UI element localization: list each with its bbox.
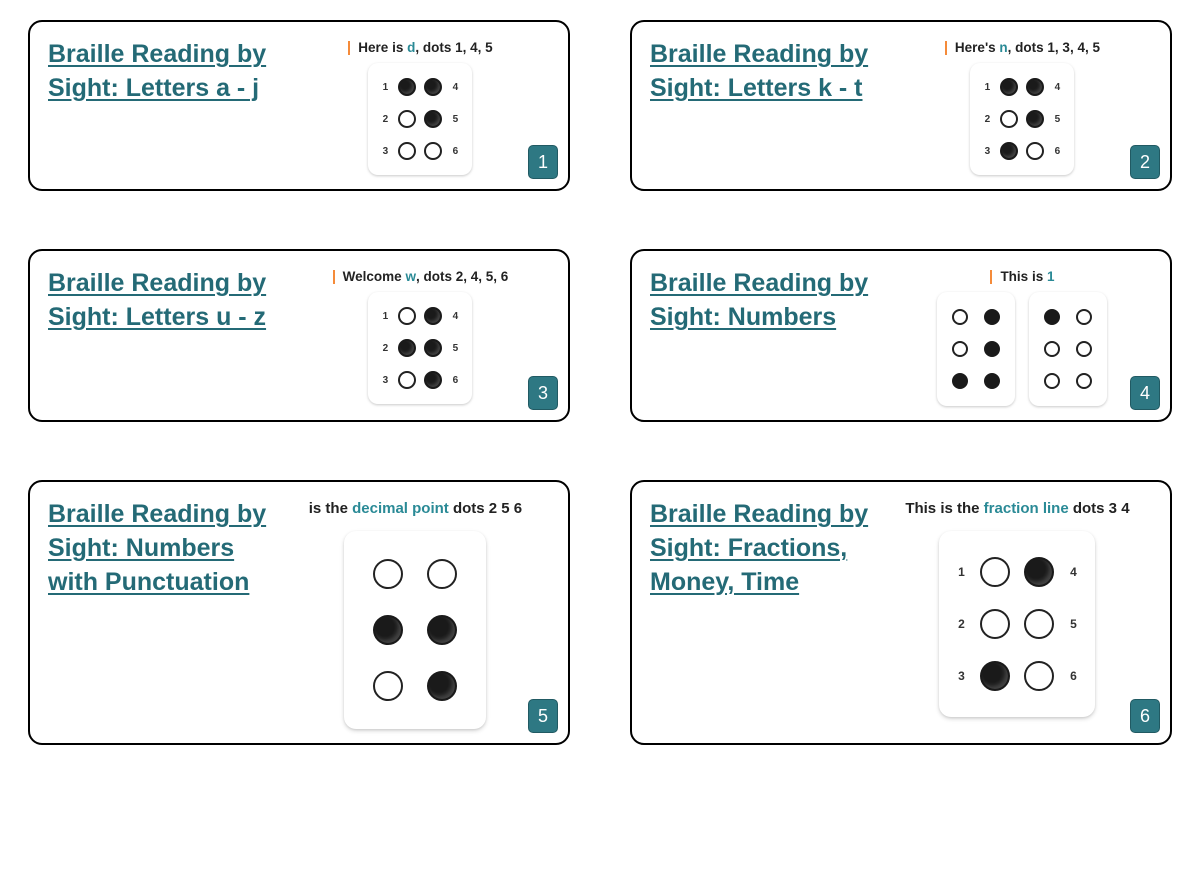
braille-dot-4 [1024,557,1054,587]
braille-dot-6 [424,371,442,389]
braille-dot-1 [952,309,968,325]
caption-text: Here is d, dots 1, 4, 5 [358,40,492,55]
braille-dot-2 [952,341,968,357]
braille-cell-pair [937,292,1107,406]
braille-dot-4 [984,309,1000,325]
order-badge: 1 [528,145,558,179]
braille-dot-1 [398,78,416,96]
lesson-card: Braille Reading by Sight: Letters u - z … [28,249,570,422]
braille-cell [937,292,1015,406]
braille-dot-5 [1024,609,1054,639]
braille-cell [1029,292,1107,406]
braille-dot-1 [398,307,416,325]
braille-dot-2 [980,609,1010,639]
lesson-card: Braille Reading by Sight: Letters a - j … [28,20,570,191]
braille-dot-3 [1000,142,1018,160]
caption-text: This is the fraction line dots 3 4 [905,500,1129,517]
lesson-preview: Welcome w, dots 2, 4, 5, 6 14 25 36 [291,265,550,404]
braille-dot-2 [398,110,416,128]
caption-text: This is 1 [1000,269,1054,284]
caption-text: is the decimal point dots 2 5 6 [309,500,522,517]
lesson-title-link[interactable]: Braille Reading by Sight: Letters a - j [48,40,266,102]
lesson-title-link[interactable]: Braille Reading by Sight: Numbers with P… [48,500,266,596]
braille-dot-4 [1026,78,1044,96]
braille-cell: 14 25 36 [368,63,472,175]
lesson-preview: Here is d, dots 1, 4, 5 14 25 36 [291,36,550,175]
braille-dot-6 [424,142,442,160]
braille-dot-6 [1026,142,1044,160]
order-badge: 4 [1130,376,1160,410]
braille-cell: 14 25 36 [939,531,1095,717]
lesson-title-link[interactable]: Braille Reading by Sight: Numbers [650,269,868,331]
braille-cell [344,531,486,729]
braille-dot-3 [952,373,968,389]
braille-dot-6 [984,373,1000,389]
braille-dot-5 [424,339,442,357]
preview-caption: This is the fraction line dots 3 4 [905,500,1129,517]
braille-dot-5 [427,615,457,645]
braille-dot-3 [980,661,1010,691]
braille-dot-3 [1044,373,1060,389]
braille-dot-4 [424,78,442,96]
lesson-card: Braille Reading by Sight: Letters k - t … [630,20,1172,191]
braille-dot-4 [427,559,457,589]
preview-caption: Welcome w, dots 2, 4, 5, 6 [333,269,509,284]
order-badge: 3 [528,376,558,410]
braille-dot-6 [1076,373,1092,389]
braille-dot-5 [984,341,1000,357]
braille-dot-2 [398,339,416,357]
order-badge: 2 [1130,145,1160,179]
lesson-preview: This is 1 [893,265,1152,406]
preview-caption: Here's n, dots 1, 3, 4, 5 [945,40,1100,55]
caption-text: Here's n, dots 1, 3, 4, 5 [955,40,1100,55]
braille-dot-5 [1026,110,1044,128]
lesson-title-link[interactable]: Braille Reading by Sight: Letters u - z [48,269,266,331]
lesson-preview: is the decimal point dots 2 5 6 [281,496,550,729]
braille-cell: 14 25 36 [970,63,1074,175]
lesson-card: Braille Reading by Sight: Numbers This i… [630,249,1172,422]
braille-dot-6 [427,671,457,701]
braille-dot-5 [424,110,442,128]
lesson-preview: Here's n, dots 1, 3, 4, 5 14 25 36 [893,36,1152,175]
braille-dot-2 [1000,110,1018,128]
braille-dot-3 [398,371,416,389]
lesson-preview: This is the fraction line dots 3 4 14 25… [883,496,1152,717]
caption-text: Welcome w, dots 2, 4, 5, 6 [343,269,509,284]
braille-dot-1 [980,557,1010,587]
braille-dot-2 [1044,341,1060,357]
preview-caption: This is 1 [990,269,1054,284]
braille-dot-6 [1024,661,1054,691]
lesson-card: Braille Reading by Sight: Numbers with P… [28,480,570,745]
lesson-card: Braille Reading by Sight: Fractions, Mon… [630,480,1172,745]
card-grid: Braille Reading by Sight: Letters a - j … [28,20,1172,745]
braille-dot-3 [373,671,403,701]
braille-dot-2 [373,615,403,645]
braille-dot-1 [373,559,403,589]
preview-caption: Here is d, dots 1, 4, 5 [348,40,492,55]
order-badge: 6 [1130,699,1160,733]
braille-dot-3 [398,142,416,160]
lesson-title-link[interactable]: Braille Reading by Sight: Letters k - t [650,40,868,102]
lesson-title-link[interactable]: Braille Reading by Sight: Fractions, Mon… [650,500,868,596]
preview-caption: is the decimal point dots 2 5 6 [309,500,522,517]
braille-cell: 14 25 36 [368,292,472,404]
braille-dot-5 [1076,341,1092,357]
braille-dot-1 [1000,78,1018,96]
braille-dot-4 [424,307,442,325]
braille-dot-1 [1044,309,1060,325]
order-badge: 5 [528,699,558,733]
braille-dot-4 [1076,309,1092,325]
